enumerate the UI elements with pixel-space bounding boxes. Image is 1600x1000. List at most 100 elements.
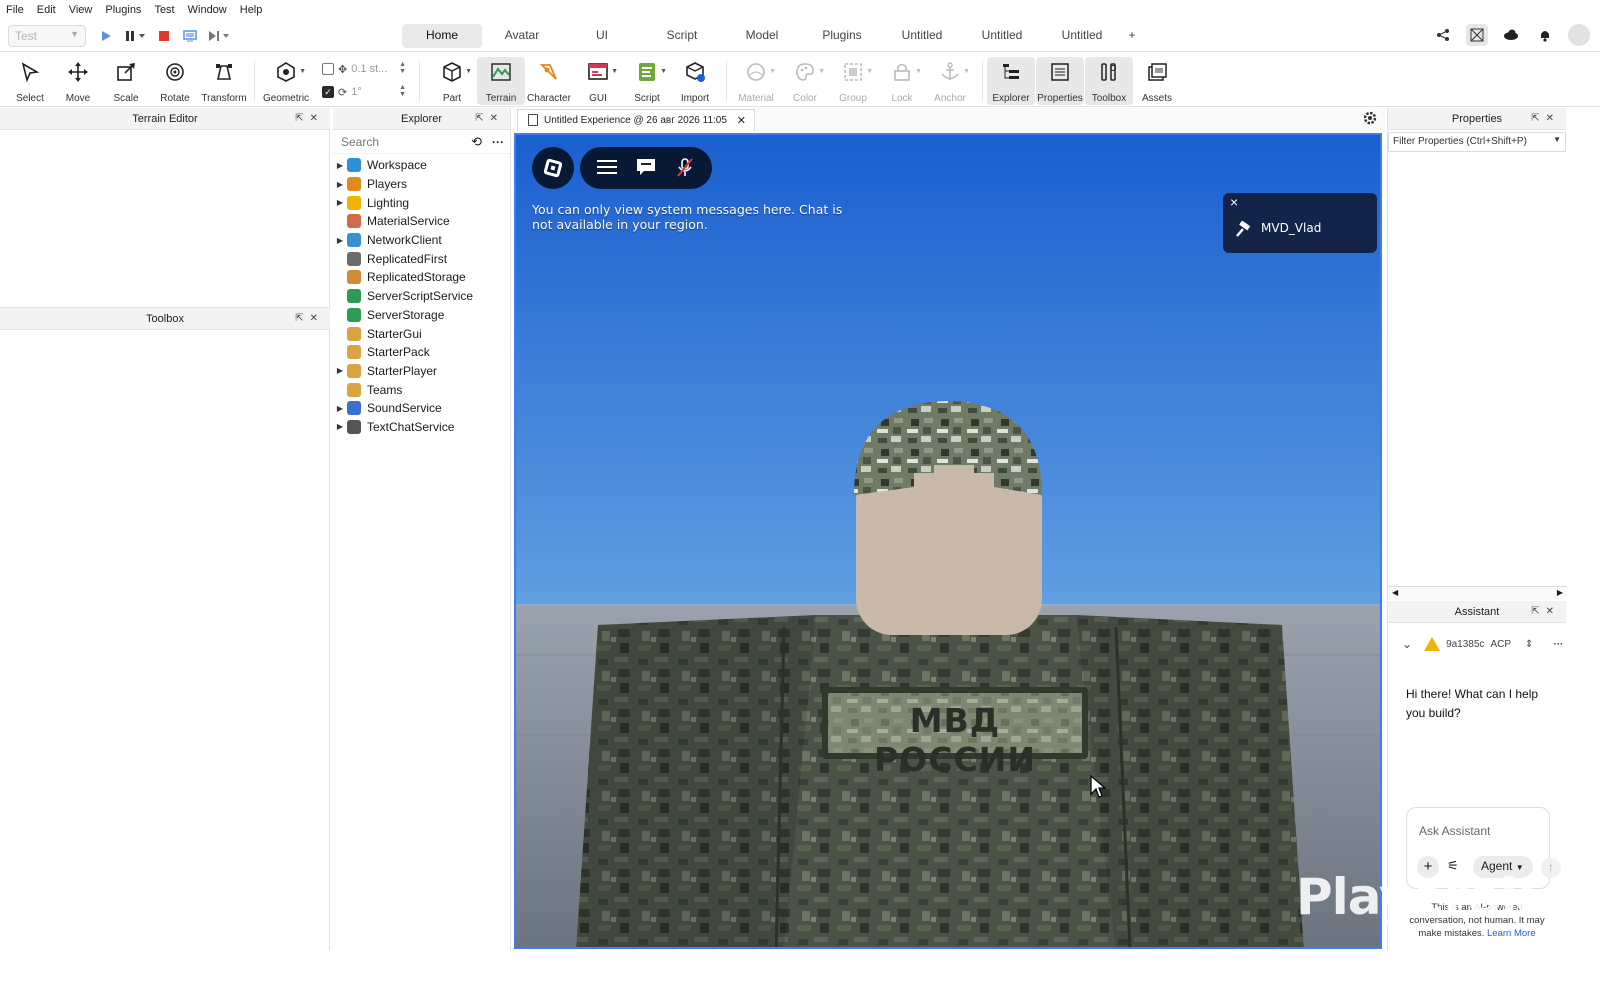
stepper-icon[interactable]: ▲ ▼ — [399, 84, 406, 98]
part-button[interactable]: ▼ Part — [428, 57, 476, 105]
assets-button[interactable]: Assets — [1133, 57, 1181, 105]
bell-icon[interactable] — [1534, 24, 1556, 46]
close-icon[interactable]: ✕ — [310, 313, 324, 324]
popout-icon[interactable]: ⇱ — [1531, 606, 1545, 617]
expand-arrow-icon[interactable]: ▶ — [333, 404, 347, 413]
expand-icon[interactable]: ⇕ — [1525, 639, 1533, 650]
menu-help[interactable]: Help — [240, 4, 263, 16]
close-icon[interactable]: ✕ — [490, 113, 504, 124]
scale-tool-button[interactable]: Scale — [102, 57, 150, 105]
roblox-menu-button[interactable] — [532, 147, 574, 189]
explorer-toggle-button[interactable]: Explorer — [987, 57, 1035, 105]
explorer-item[interactable]: ▶ Players — [333, 175, 510, 194]
rotate-snap-checkbox[interactable]: ✓ — [322, 86, 334, 98]
stepper-icon[interactable]: ▲ ▼ — [399, 61, 406, 75]
scroll-left-icon[interactable]: ◀ — [1392, 588, 1398, 597]
move-tool-button[interactable]: Move — [54, 57, 102, 105]
expand-arrow-icon[interactable]: ▶ — [333, 366, 347, 375]
popout-icon[interactable]: ⇱ — [1531, 113, 1545, 124]
microphone-muted-icon[interactable] — [675, 157, 695, 180]
menu-file[interactable]: File — [6, 4, 24, 16]
properties-toggle-button[interactable]: Properties — [1036, 57, 1084, 105]
material-button[interactable]: ▼ Material — [732, 57, 780, 105]
explorer-item[interactable]: ServerScriptService — [333, 287, 510, 306]
menu-view[interactable]: View — [69, 4, 93, 16]
game-viewport[interactable]: МВД РОССИИ You can only view system mess… — [514, 133, 1382, 949]
move-snap-checkbox[interactable] — [322, 63, 334, 75]
expand-arrow-icon[interactable]: ▶ — [333, 236, 347, 245]
scroll-right-icon[interactable]: ▶ — [1557, 588, 1563, 597]
tab-untitled-1[interactable]: Untitled — [882, 24, 962, 48]
step-icon[interactable] — [206, 26, 232, 46]
explorer-item[interactable]: ▶ Lighting — [333, 193, 510, 212]
search-input[interactable]: Search — [339, 135, 471, 149]
menu-plugins[interactable]: Plugins — [105, 4, 141, 16]
menu-window[interactable]: Window — [188, 4, 227, 16]
expand-arrow-icon[interactable]: ▶ — [333, 161, 347, 170]
explorer-item[interactable]: ▶ SoundService — [333, 399, 510, 418]
explorer-item[interactable]: ▶ Workspace — [333, 156, 510, 175]
send-button[interactable]: ↑ — [1541, 858, 1561, 878]
expand-arrow-icon[interactable]: ▶ — [333, 198, 347, 207]
popout-icon[interactable]: ⇱ — [295, 313, 309, 324]
close-icon[interactable]: ✕ — [737, 114, 746, 127]
explorer-item[interactable]: ServerStorage — [333, 306, 510, 325]
tab-home[interactable]: Home — [402, 24, 482, 48]
menu-edit[interactable]: Edit — [37, 4, 56, 16]
close-icon[interactable]: × — [1230, 194, 1238, 210]
explorer-item[interactable]: StarterPack — [333, 343, 510, 362]
close-icon[interactable]: ✕ — [1546, 113, 1560, 124]
assistant-input[interactable]: Ask Assistant — [1419, 824, 1490, 838]
tab-untitled-3[interactable]: Untitled — [1042, 24, 1122, 48]
tab-plugins[interactable]: Plugins — [802, 24, 882, 48]
expand-arrow-icon[interactable]: ▶ — [333, 180, 347, 189]
tab-ui[interactable]: UI — [562, 24, 642, 48]
rotate-snap-row[interactable]: ✓ ⟳ 1° ▲ ▼ — [322, 82, 412, 102]
collaborate-icon[interactable] — [1466, 24, 1488, 46]
color-button[interactable]: ▼ Color — [781, 57, 829, 105]
import-button[interactable]: Import — [671, 57, 719, 105]
more-options-icon[interactable]: ··· — [1553, 639, 1563, 650]
explorer-item[interactable]: ▶ TextChatService — [333, 418, 510, 437]
close-icon[interactable]: ✕ — [310, 113, 324, 124]
select-tool-button[interactable]: Select — [6, 57, 54, 105]
client-server-icon[interactable] — [180, 26, 200, 46]
explorer-item[interactable]: ReplicatedStorage — [333, 268, 510, 287]
history-icon[interactable]: ⟲ — [471, 134, 482, 150]
move-snap-value[interactable]: 0.1 st... — [351, 63, 387, 75]
horizontal-scrollbar[interactable]: ◀ ▶ — [1388, 586, 1567, 600]
script-button[interactable]: ▼ Script — [623, 57, 671, 105]
chevron-down-icon[interactable]: ▼ — [1553, 135, 1561, 144]
more-options-icon[interactable]: ··· — [492, 135, 504, 149]
gear-icon[interactable] — [1362, 110, 1378, 126]
filter-properties-input[interactable]: Filter Properties (Ctrl+Shift+P) ▼ — [1388, 132, 1566, 152]
avatar[interactable] — [1568, 24, 1590, 46]
menu-test[interactable]: Test — [154, 4, 174, 16]
chevron-down-icon[interactable]: ⌄ — [1402, 637, 1412, 651]
popout-icon[interactable]: ⇱ — [295, 113, 309, 124]
group-button[interactable]: ▼ Group — [829, 57, 877, 105]
transform-tool-button[interactable]: Transform — [200, 57, 248, 105]
learn-more-link[interactable]: Learn More — [1487, 928, 1536, 939]
explorer-item[interactable]: StarterGui — [333, 324, 510, 343]
explorer-item[interactable]: ▶ StarterPlayer — [333, 362, 510, 381]
character-button[interactable]: Character — [525, 57, 573, 105]
explorer-search[interactable]: Search ⟲ ··· — [333, 130, 510, 154]
geometric-button[interactable]: ▼ Geometric — [262, 57, 310, 105]
anchor-button[interactable]: ▼ Anchor — [926, 57, 974, 105]
rotate-tool-button[interactable]: Rotate — [151, 57, 199, 105]
expand-arrow-icon[interactable]: ▶ — [333, 422, 347, 431]
pause-icon[interactable] — [122, 26, 148, 46]
explorer-item[interactable]: Teams — [333, 380, 510, 399]
share-icon[interactable] — [1432, 24, 1454, 46]
chat-icon[interactable] — [636, 158, 656, 179]
lock-button[interactable]: ▼ Lock — [878, 57, 926, 105]
tab-untitled-2[interactable]: Untitled — [962, 24, 1042, 48]
test-mode-dropdown[interactable]: Test ▼ — [8, 25, 86, 47]
popout-icon[interactable]: ⇱ — [475, 113, 489, 124]
stop-icon[interactable] — [154, 26, 174, 46]
explorer-item[interactable]: ReplicatedFirst — [333, 249, 510, 268]
close-icon[interactable]: ✕ — [1546, 606, 1560, 617]
move-snap-row[interactable]: ✥ 0.1 st... ▲ ▼ — [322, 59, 412, 79]
hamburger-menu-icon[interactable] — [597, 159, 618, 178]
